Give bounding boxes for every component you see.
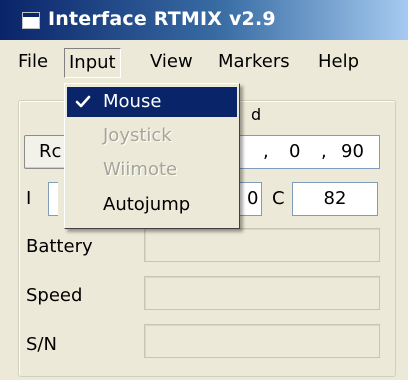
window-app-icon <box>22 12 40 29</box>
menu-view[interactable]: View <box>146 48 197 76</box>
menu-item-label: Mouse <box>103 91 162 112</box>
menu-item-autojump[interactable]: Autojump <box>67 190 237 220</box>
window-title: Interface RTMIX v2.9 <box>48 8 276 30</box>
checkmark-icon <box>75 95 91 108</box>
input-dropdown-menu: Mouse Joystick Wiimote Autojump <box>64 83 240 229</box>
menu-help[interactable]: Help <box>314 48 363 76</box>
sn-field <box>144 324 380 358</box>
ci-value: 0 <box>247 188 259 209</box>
i-field[interactable] <box>48 182 58 216</box>
menu-markers[interactable]: Markers <box>214 48 294 76</box>
battery-field <box>144 228 380 262</box>
coord-separator-1: , <box>263 141 269 162</box>
battery-label: Battery <box>26 236 93 257</box>
speed-field <box>144 276 380 310</box>
menu-bar: File Input View Markers Help <box>0 40 408 84</box>
menu-item-label: Joystick <box>103 125 172 146</box>
menu-input[interactable]: Input <box>64 48 121 78</box>
app-window: Interface RTMIX v2.9 File Input View Mar… <box>0 0 408 380</box>
groupbox-title: d <box>251 106 271 124</box>
sn-label: S/N <box>26 334 57 355</box>
coordinates-field[interactable]: , 0 , 90 <box>236 135 380 169</box>
menu-file[interactable]: File <box>14 48 52 76</box>
c-field[interactable]: 82 <box>292 182 378 216</box>
coord-value-1: 0 <box>289 141 301 162</box>
i-label: I <box>26 188 32 209</box>
speed-label: Speed <box>26 285 83 306</box>
coord-value-2: 90 <box>341 141 364 162</box>
menu-item-joystick: Joystick <box>67 121 237 151</box>
coord-separator-2: , <box>321 141 327 162</box>
title-bar[interactable]: Interface RTMIX v2.9 <box>0 0 408 40</box>
menu-item-label: Wiimote <box>103 159 178 180</box>
menu-item-label: Autojump <box>103 194 191 215</box>
c-label: C <box>272 188 285 209</box>
menu-item-wiimote: Wiimote <box>67 155 237 185</box>
menu-item-mouse[interactable]: Mouse <box>67 87 237 117</box>
